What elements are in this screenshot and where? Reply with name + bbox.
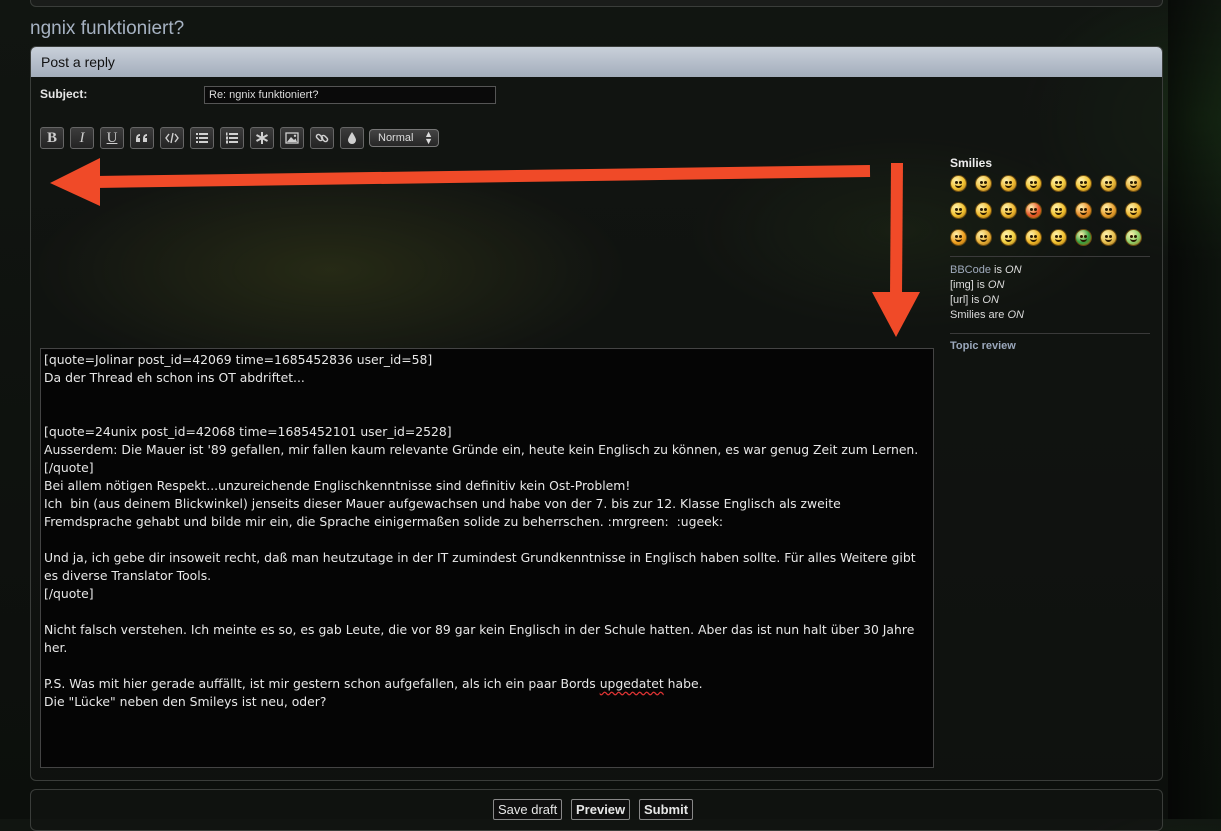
arrow-left-shaft: [94, 165, 871, 188]
annotation-arrows: [50, 158, 920, 337]
arrow-down-head: [872, 292, 920, 337]
annotation-arrow-group: [50, 158, 920, 337]
arrow-left-head: [50, 158, 100, 206]
arrow-down-shaft: [890, 162, 903, 296]
